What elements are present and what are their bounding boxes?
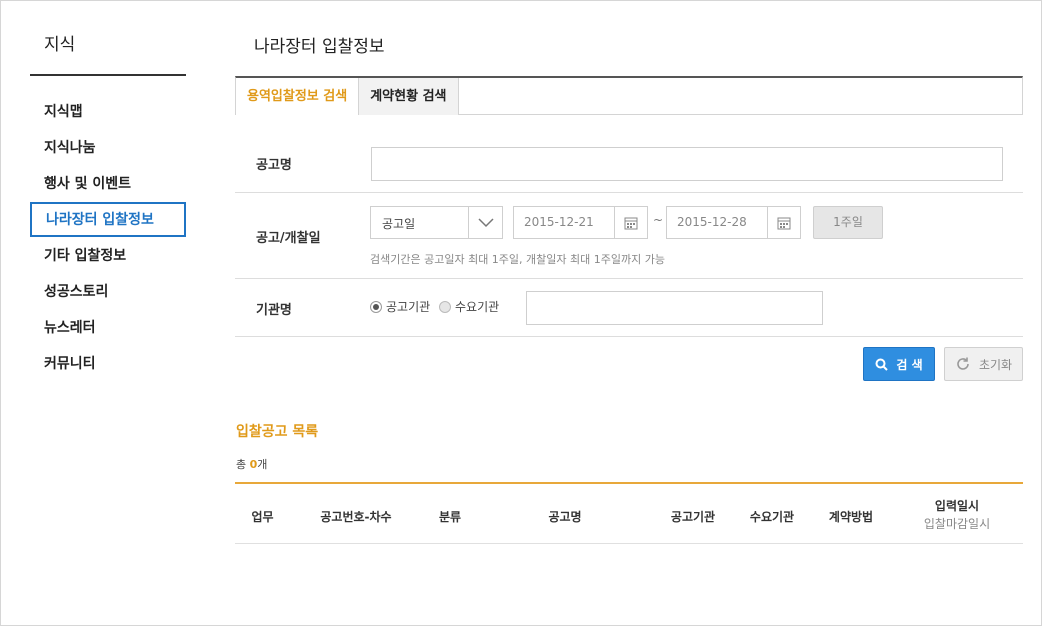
sidebar-item-knowledge-map[interactable]: 지식맵 — [30, 94, 186, 130]
radio-demand-agency[interactable]: 수요기관 — [439, 298, 499, 315]
calendar-icon[interactable] — [767, 207, 800, 238]
agency-name-input[interactable] — [526, 291, 823, 325]
reset-button-label: 초기화 — [978, 357, 1013, 372]
sidebar-item-other-bid-info[interactable]: 기타 입찰정보 — [30, 238, 186, 274]
sidebar-item-g2b-bid-info[interactable]: 나라장터 입찰정보 — [30, 202, 186, 237]
sidebar-title: 지식 — [44, 35, 76, 55]
column-header-business: 업무 — [251, 510, 274, 524]
date-label: 공고/개찰일 — [256, 231, 321, 246]
notice-name-label: 공고명 — [256, 158, 292, 173]
sidebar-divider — [30, 74, 186, 76]
radio-demand-agency-label: 수요기관 — [455, 300, 500, 314]
tab-service-bid-search[interactable]: 용역입찰정보 검색 — [236, 78, 360, 115]
notice-name-row: 공고명 — [235, 132, 1023, 193]
search-button-label: 검 색 — [896, 357, 923, 372]
reset-button[interactable]: 초기화 — [944, 347, 1023, 381]
sidebar-item-community[interactable]: 커뮤니티 — [30, 346, 186, 382]
column-header-notice-name: 공고명 — [548, 510, 582, 524]
column-header-notice-agency: 공고기관 — [670, 510, 716, 524]
page-title: 나라장터 입찰정보 — [254, 37, 385, 57]
date-to-value: 2015-12-28 — [677, 215, 747, 229]
sidebar-item-knowledge-sharing[interactable]: 지식나눔 — [30, 130, 186, 166]
agency-row: 기관명 공고기관 수요기관 — [235, 279, 1023, 337]
radio-unchecked-icon[interactable] — [439, 300, 451, 313]
notice-name-input[interactable] — [371, 147, 1003, 181]
date-from-value: 2015-12-21 — [524, 215, 594, 229]
date-to-field[interactable]: 2015-12-28 — [666, 206, 801, 239]
one-week-button[interactable]: 1주일 — [813, 206, 883, 239]
tab-bar: 용역입찰정보 검색 계약현황 검색 — [235, 76, 1023, 115]
column-header-contract-method: 계약방법 — [828, 510, 874, 524]
sidebar-item-events[interactable]: 행사 및 이벤트 — [30, 166, 186, 202]
date-hint: 검색기간은 공고일자 최대 1주일, 개찰일자 최대 1주일까지 가능 — [370, 253, 665, 266]
column-header-bid-deadline: 입찰마감일시 — [923, 517, 991, 531]
column-header-demand-agency: 수요기관 — [749, 510, 795, 524]
column-header-notice-number: 공고번호-차수 — [320, 510, 392, 524]
table-header: 업무 공고번호-차수 분류 공고명 공고기관 수요기관 계약방법 입력일시 입찰… — [235, 482, 1023, 544]
count-prefix: 총 — [236, 458, 250, 471]
sidebar-item-success-story[interactable]: 성공스토리 — [30, 274, 186, 310]
column-header-input-date: 입력일시 — [934, 499, 980, 513]
chevron-down-icon — [468, 207, 502, 238]
search-icon — [875, 358, 889, 371]
radio-checked-icon[interactable] — [370, 300, 382, 313]
radio-notice-agency-label: 공고기관 — [386, 300, 431, 314]
date-from-field[interactable]: 2015-12-21 — [513, 206, 648, 239]
result-count: 총 0개 — [236, 456, 267, 472]
date-type-select[interactable]: 공고일 — [370, 206, 503, 239]
calendar-icon[interactable] — [614, 207, 647, 238]
search-button[interactable]: 검 색 — [863, 347, 935, 381]
date-type-value: 공고일 — [382, 217, 416, 231]
column-header-category: 분류 — [438, 510, 462, 524]
sidebar-menu: 지식맵 지식나눔 행사 및 이벤트 나라장터 입찰정보 기타 입찰정보 성공스토… — [30, 94, 186, 382]
tab-contract-status-search[interactable]: 계약현황 검색 — [359, 78, 459, 115]
agency-label: 기관명 — [256, 303, 292, 318]
date-row: 공고/개찰일 공고일 2015-12-21 ~ 2015-12-28 1주일 검… — [235, 193, 1023, 279]
date-separator: ~ — [653, 213, 664, 227]
refresh-icon — [957, 357, 969, 370]
radio-notice-agency[interactable]: 공고기관 — [370, 298, 430, 315]
sidebar-item-newsletter[interactable]: 뉴스레터 — [30, 310, 186, 346]
count-suffix: 개 — [257, 458, 268, 471]
bid-list-title: 입찰공고 목록 — [236, 424, 319, 440]
